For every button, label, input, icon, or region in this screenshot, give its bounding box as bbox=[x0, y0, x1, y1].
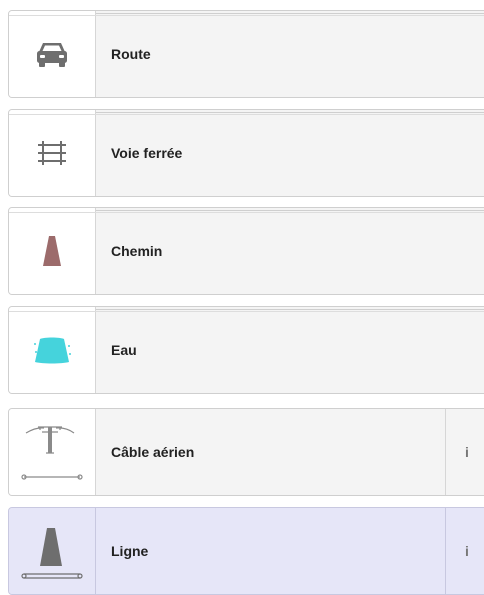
car-icon bbox=[35, 39, 69, 69]
item-label: Voie ferrée bbox=[111, 145, 183, 161]
feature-type-list: Route Voie ferrée Chemin Eau Câble aérie… bbox=[0, 0, 484, 595]
item-label: Chemin bbox=[111, 243, 163, 259]
item-label: Eau bbox=[111, 342, 137, 358]
item-label: Route bbox=[111, 46, 151, 62]
path-icon bbox=[40, 234, 64, 268]
list-item-water[interactable]: Eau bbox=[8, 306, 484, 394]
list-item-line[interactable]: Ligne i bbox=[8, 507, 484, 595]
info-button[interactable]: i bbox=[445, 508, 484, 594]
line-icon bbox=[20, 518, 84, 584]
list-item-path[interactable]: Chemin bbox=[8, 207, 484, 295]
icon-cell bbox=[9, 409, 96, 495]
info-icon: i bbox=[465, 444, 469, 460]
icon-cell bbox=[9, 307, 96, 393]
icon-cell bbox=[9, 508, 96, 594]
item-label: Câble aérien bbox=[111, 444, 195, 460]
icon-cell bbox=[9, 11, 96, 97]
info-button[interactable]: i bbox=[445, 409, 484, 495]
list-item-route[interactable]: Route bbox=[8, 10, 484, 98]
aerial-cable-icon bbox=[20, 419, 84, 485]
item-label: Ligne bbox=[111, 543, 149, 559]
water-icon bbox=[32, 334, 72, 366]
list-item-aerial-cable[interactable]: Câble aérien i bbox=[8, 408, 484, 496]
icon-cell bbox=[9, 110, 96, 196]
info-icon: i bbox=[465, 543, 469, 559]
railway-icon bbox=[34, 139, 70, 167]
icon-cell bbox=[9, 208, 96, 294]
list-item-railway[interactable]: Voie ferrée bbox=[8, 109, 484, 197]
